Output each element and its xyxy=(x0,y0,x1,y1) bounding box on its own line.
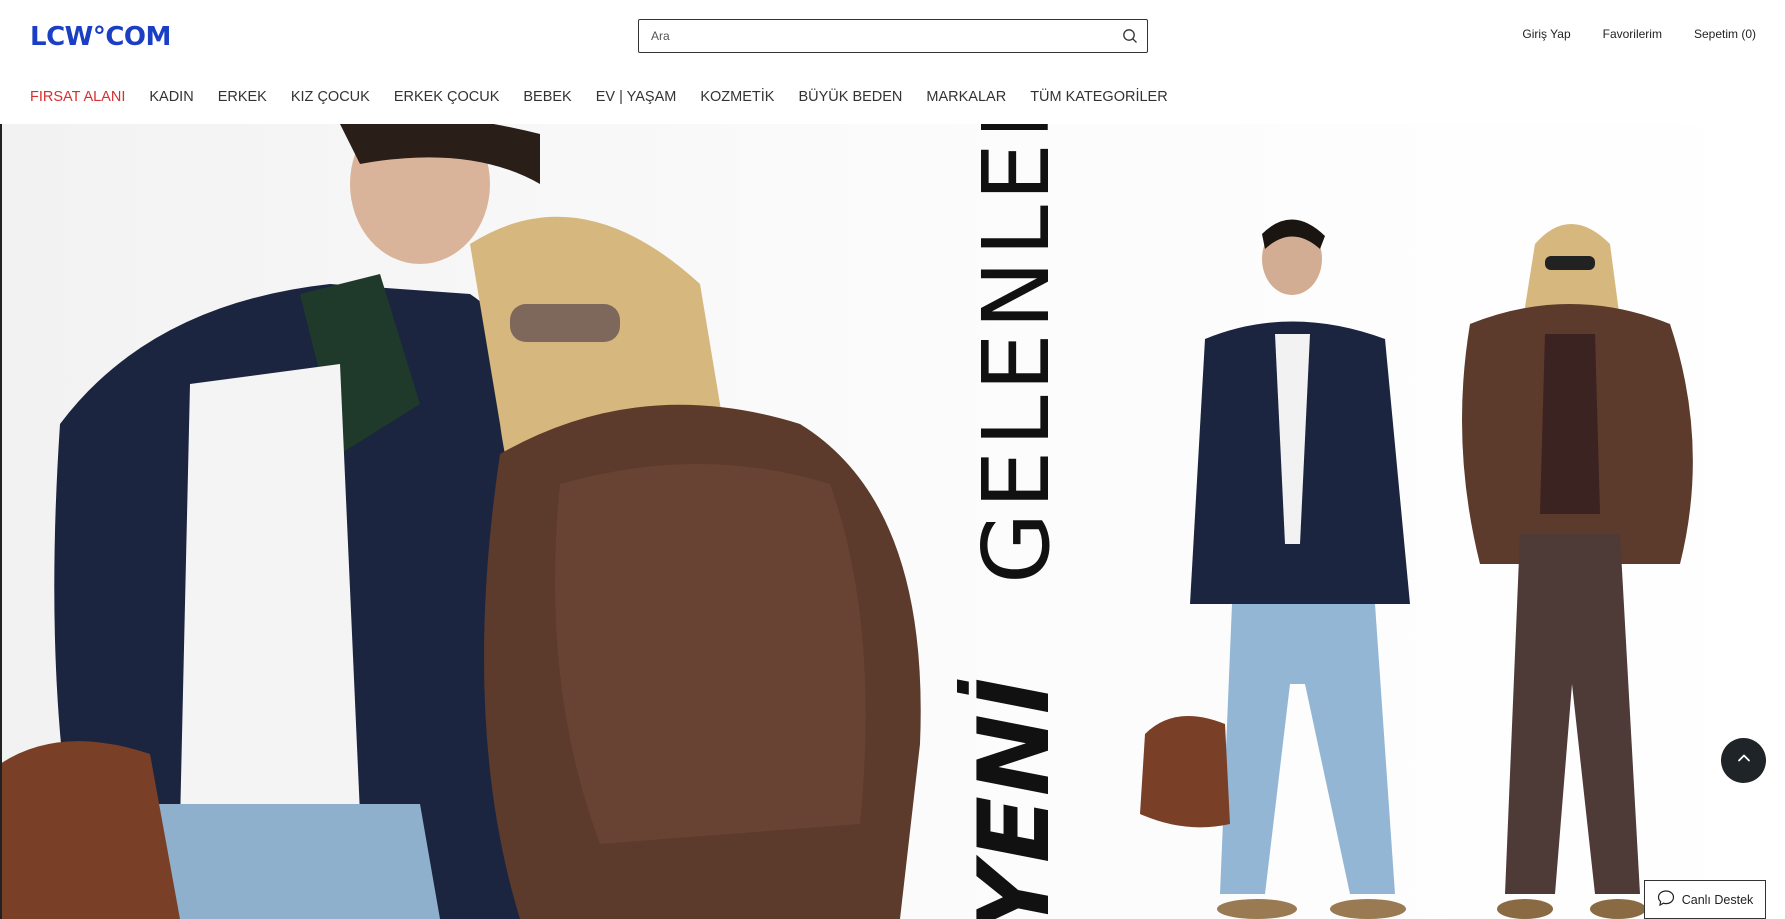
hero-image: GELENLER YENİ xyxy=(0,124,1785,919)
site-header: LCW°COM Giriş Yap Favorilerim Sepetim (0… xyxy=(0,0,1785,72)
favorites-link[interactable]: Favorilerim xyxy=(1603,27,1662,41)
live-support-button[interactable]: Canlı Destek xyxy=(1644,880,1766,919)
cart-link[interactable]: Sepetim (0) xyxy=(1694,27,1756,41)
nav-item-kozmetik[interactable]: KOZMETİK xyxy=(700,89,774,105)
nav-item-firsat-alani[interactable]: FIRSAT ALANI xyxy=(30,89,125,105)
nav-item-bebek[interactable]: BEBEK xyxy=(523,89,571,105)
nav-item-erkek-cocuk[interactable]: ERKEK ÇOCUK xyxy=(394,89,500,105)
hero-banner[interactable]: GELENLER YENİ xyxy=(0,124,1785,919)
login-link[interactable]: Giriş Yap xyxy=(1522,27,1570,41)
search-box xyxy=(638,19,1148,53)
chevron-up-icon xyxy=(1736,750,1752,771)
headline-gelenler: GELENLER xyxy=(963,124,1070,584)
live-support-label: Canlı Destek xyxy=(1681,892,1754,907)
main-nav: FIRSAT ALANI KADIN ERKEK KIZ ÇOCUK ERKEK… xyxy=(30,89,1192,105)
logo-text: LCW°COM xyxy=(30,22,171,52)
headline-yeni: YENİ xyxy=(957,678,1072,919)
nav-item-tum-kategoriler[interactable]: TÜM KATEGORİLER xyxy=(1030,89,1168,105)
chat-bubble-icon xyxy=(1657,889,1675,910)
nav-item-markalar[interactable]: MARKALAR xyxy=(926,89,1006,105)
nav-item-buyuk-beden[interactable]: BÜYÜK BEDEN xyxy=(798,89,902,105)
scroll-to-top-button[interactable] xyxy=(1721,738,1766,783)
search-input[interactable] xyxy=(639,20,1113,52)
hero-headline: GELENLER YENİ xyxy=(957,124,1072,919)
nav-item-erkek[interactable]: ERKEK xyxy=(218,89,267,105)
logo[interactable]: LCW°COM xyxy=(30,22,171,52)
nav-item-kadin[interactable]: KADIN xyxy=(149,89,193,105)
nav-item-kiz-cocuk[interactable]: KIZ ÇOCUK xyxy=(291,89,370,105)
user-links: Giriş Yap Favorilerim Sepetim (0) xyxy=(1522,27,1756,41)
left-edge-divider xyxy=(0,124,2,919)
nav-item-ev-yasam[interactable]: EV | YAŞAM xyxy=(596,89,677,105)
search-icon[interactable] xyxy=(1113,20,1147,52)
